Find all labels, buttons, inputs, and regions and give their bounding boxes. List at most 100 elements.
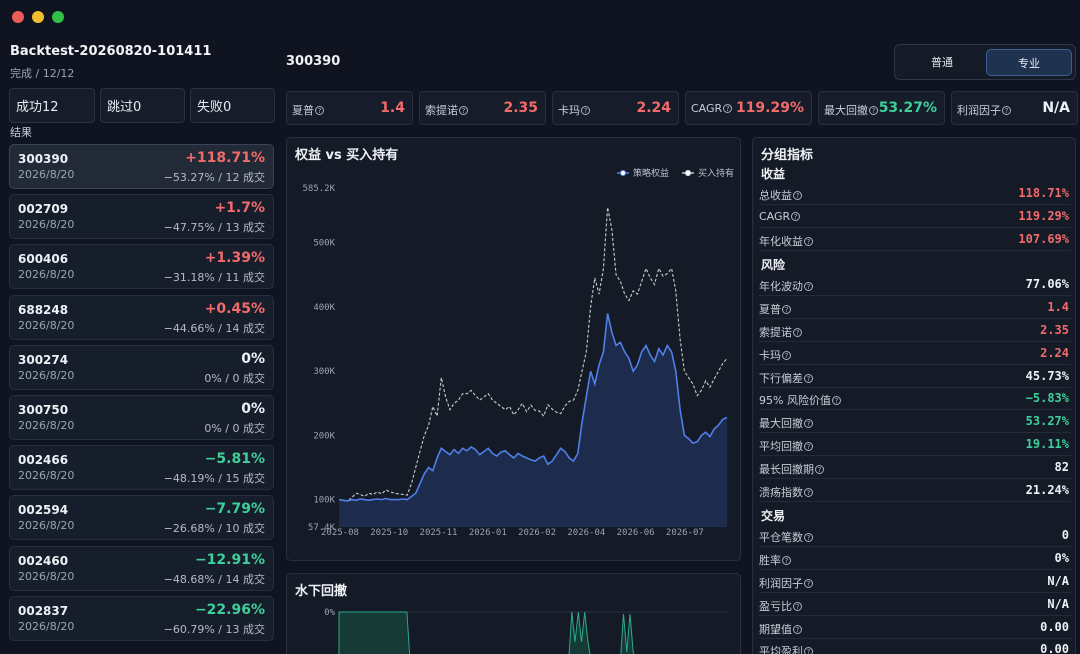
page-title: 300390 xyxy=(286,54,341,69)
help-icon[interactable]: ? xyxy=(804,533,813,543)
help-icon[interactable]: ? xyxy=(782,350,791,360)
group-row-value: 118.71% xyxy=(1018,186,1069,200)
help-icon[interactable]: ? xyxy=(791,211,801,221)
group-row-label: 期望值? xyxy=(759,621,802,637)
mode-normal-button[interactable]: 普通 xyxy=(899,49,985,76)
result-card-300390[interactable]: 300390 2026/8/20 +118.71% −53.27% / 12 成交 xyxy=(9,144,274,189)
help-icon[interactable]: ? xyxy=(1002,106,1011,115)
help-icon[interactable]: ? xyxy=(459,106,468,115)
group-row-value: 77.06% xyxy=(1025,277,1069,292)
group-row-value: 21.24% xyxy=(1025,482,1069,497)
result-card-688248[interactable]: 688248 2026/8/20 +0.45% −44.66% / 14 成交 xyxy=(9,294,274,340)
help-icon[interactable]: ? xyxy=(804,647,813,654)
result-date: 2026/8/20 xyxy=(18,619,75,633)
group-metrics-panel: 分组指标 收益 总收益? 118.71% CAGR? 119.29% 年化收益? 107.6… xyxy=(752,137,1076,654)
group-row-label: 平均回撤? xyxy=(759,438,813,454)
help-icon[interactable]: ? xyxy=(831,396,841,406)
help-icon[interactable]: ? xyxy=(804,579,813,588)
result-card-002460[interactable]: 002460 2026/8/20 −12.91% −48.68% / 14 成交 xyxy=(9,545,274,591)
result-code: 002594 xyxy=(18,503,69,518)
result-code: 300390 xyxy=(18,152,69,166)
y-tick-label: 100K xyxy=(313,496,335,506)
group-row-label-text: 年化收益 xyxy=(759,234,803,248)
help-icon[interactable]: ? xyxy=(804,419,813,429)
result-date: 2026/8/20 xyxy=(18,368,75,382)
close-window-button[interactable] xyxy=(12,11,24,23)
result-date: 2026/8/20 xyxy=(18,569,75,583)
result-date: 2026/8/20 xyxy=(18,168,75,181)
help-icon[interactable]: ? xyxy=(869,106,878,115)
group-row: 最大回撤? 53.27% xyxy=(759,411,1071,434)
result-drawdown-trades: 0% / 0 成交 xyxy=(204,422,265,435)
backtest-title: Backtest-20260820-101411 xyxy=(10,44,212,59)
result-card-300750[interactable]: 300750 2026/8/20 0% 0% / 0 成交 xyxy=(9,395,274,440)
group-row-label-text: 平均盈利 xyxy=(759,645,803,654)
group-row-value: N/A xyxy=(1047,574,1069,588)
help-icon[interactable]: ? xyxy=(581,106,590,115)
group-row-label: 盈亏比? xyxy=(759,598,802,614)
group-row-label-text: 期望值 xyxy=(759,622,792,636)
group-row: CAGR? 119.29% xyxy=(759,206,1071,228)
result-card-002466[interactable]: 002466 2026/8/20 −5.81% −48.19% / 15 成交 xyxy=(9,445,274,491)
help-icon[interactable]: ? xyxy=(793,624,802,634)
help-icon[interactable]: ? xyxy=(793,328,802,337)
maximize-window-button[interactable] xyxy=(52,11,64,23)
group-row-label: 下行偏差? xyxy=(759,370,813,386)
result-drawdown-trades: −48.68% / 14 成交 xyxy=(163,572,265,586)
metric-value: 1.4 xyxy=(380,100,405,116)
group-row-label-text: 下行偏差 xyxy=(759,371,803,385)
help-icon[interactable]: ? xyxy=(315,106,324,115)
y-tick-label: 300K xyxy=(313,367,335,377)
group-row-value: 19.11% xyxy=(1025,437,1069,451)
metric-label-text: 卡玛 xyxy=(558,104,580,117)
group-row: 夏普? 1.4 xyxy=(759,297,1071,320)
group-row-label: 平仓笔数? xyxy=(759,529,813,545)
group-row-value: N/A xyxy=(1047,596,1069,611)
group-row-label-text: 最长回撤期 xyxy=(759,462,814,476)
result-card-300274[interactable]: 300274 2026/8/20 0% 0% / 0 成交 xyxy=(9,344,274,390)
group-row-label-text: 年化波动 xyxy=(759,280,803,294)
minimize-window-button[interactable] xyxy=(32,11,44,23)
result-card-002837[interactable]: 002837 2026/8/20 −22.96% −60.79% / 13 成交 xyxy=(9,595,274,641)
help-icon[interactable]: ? xyxy=(793,601,802,611)
help-icon[interactable]: ? xyxy=(793,191,802,200)
stat-failed: 失败0 xyxy=(190,88,275,123)
result-card-600406[interactable]: 600406 2026/8/20 +1.39% −31.18% / 11 成交 xyxy=(9,244,274,290)
help-icon[interactable]: ? xyxy=(815,464,824,474)
help-icon[interactable]: ? xyxy=(804,373,813,383)
help-icon[interactable]: ? xyxy=(782,556,791,566)
result-code: 002837 xyxy=(18,603,69,618)
help-icon[interactable]: ? xyxy=(804,487,813,497)
metric-3: CAGR? 119.29% xyxy=(685,91,812,125)
group-row-value: 0.00 xyxy=(1040,619,1069,634)
x-tick-label: 2026-01 xyxy=(469,528,507,538)
result-card-002594[interactable]: 002594 2026/8/20 −7.79% −26.68% / 10 成交 xyxy=(9,495,274,541)
help-icon[interactable]: ? xyxy=(804,442,813,451)
group-row-label-text: 溃疡指数 xyxy=(759,485,803,499)
stat-skipped: 跳过0 xyxy=(100,88,185,123)
stat-value: 0 xyxy=(133,100,142,115)
result-card-002709[interactable]: 002709 2026/8/20 +1.7% −47.75% / 13 成交 xyxy=(9,194,274,240)
group-row: 最长回撤期? 82 xyxy=(759,457,1071,479)
help-icon[interactable]: ? xyxy=(782,305,791,315)
metric-label-text: 利润因子 xyxy=(957,104,1001,117)
group-row-label: 利润因子? xyxy=(759,575,813,591)
metric-value: 2.24 xyxy=(636,100,671,116)
result-return: +1.7% xyxy=(214,200,265,217)
result-return: +118.71% xyxy=(185,150,265,166)
help-icon[interactable]: ? xyxy=(723,104,733,113)
result-code: 688248 xyxy=(18,302,69,317)
metric-5: 利润因子? N/A xyxy=(951,91,1078,125)
help-icon[interactable]: ? xyxy=(804,282,813,292)
metric-label: 夏普? xyxy=(292,102,324,118)
mode-pro-button[interactable]: 专业 xyxy=(986,49,1072,76)
stat-success: 成功12 xyxy=(9,88,95,123)
result-return: +0.45% xyxy=(204,300,265,317)
drawdown-chart-panel: 水下回撤 0% xyxy=(286,573,741,654)
help-icon[interactable]: ? xyxy=(804,236,813,246)
group-row-label: 胜率? xyxy=(759,552,791,568)
result-date: 2026/8/20 xyxy=(18,318,75,332)
group-row-label-text: 总收益 xyxy=(759,189,792,202)
x-tick-label: 2025-11 xyxy=(420,528,458,538)
group-row-label: 溃疡指数? xyxy=(759,484,813,500)
